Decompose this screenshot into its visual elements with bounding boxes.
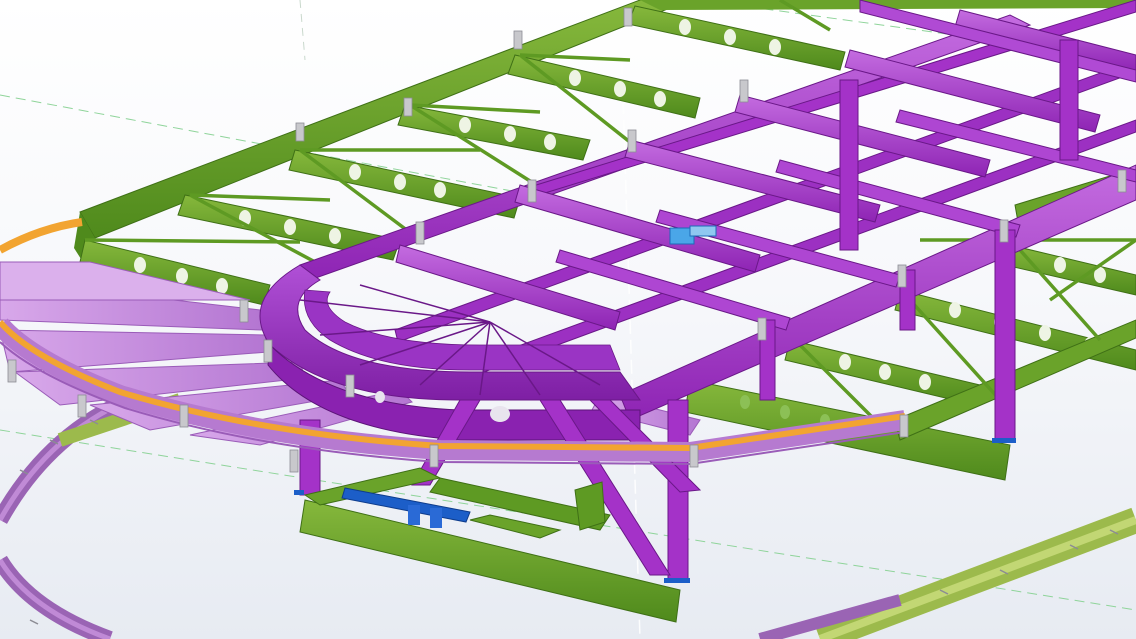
structural-model-3d-view[interactable] — [0, 0, 1136, 639]
model-viewport[interactable] — [0, 0, 1136, 639]
green-girder-2 — [507, 54, 701, 119]
